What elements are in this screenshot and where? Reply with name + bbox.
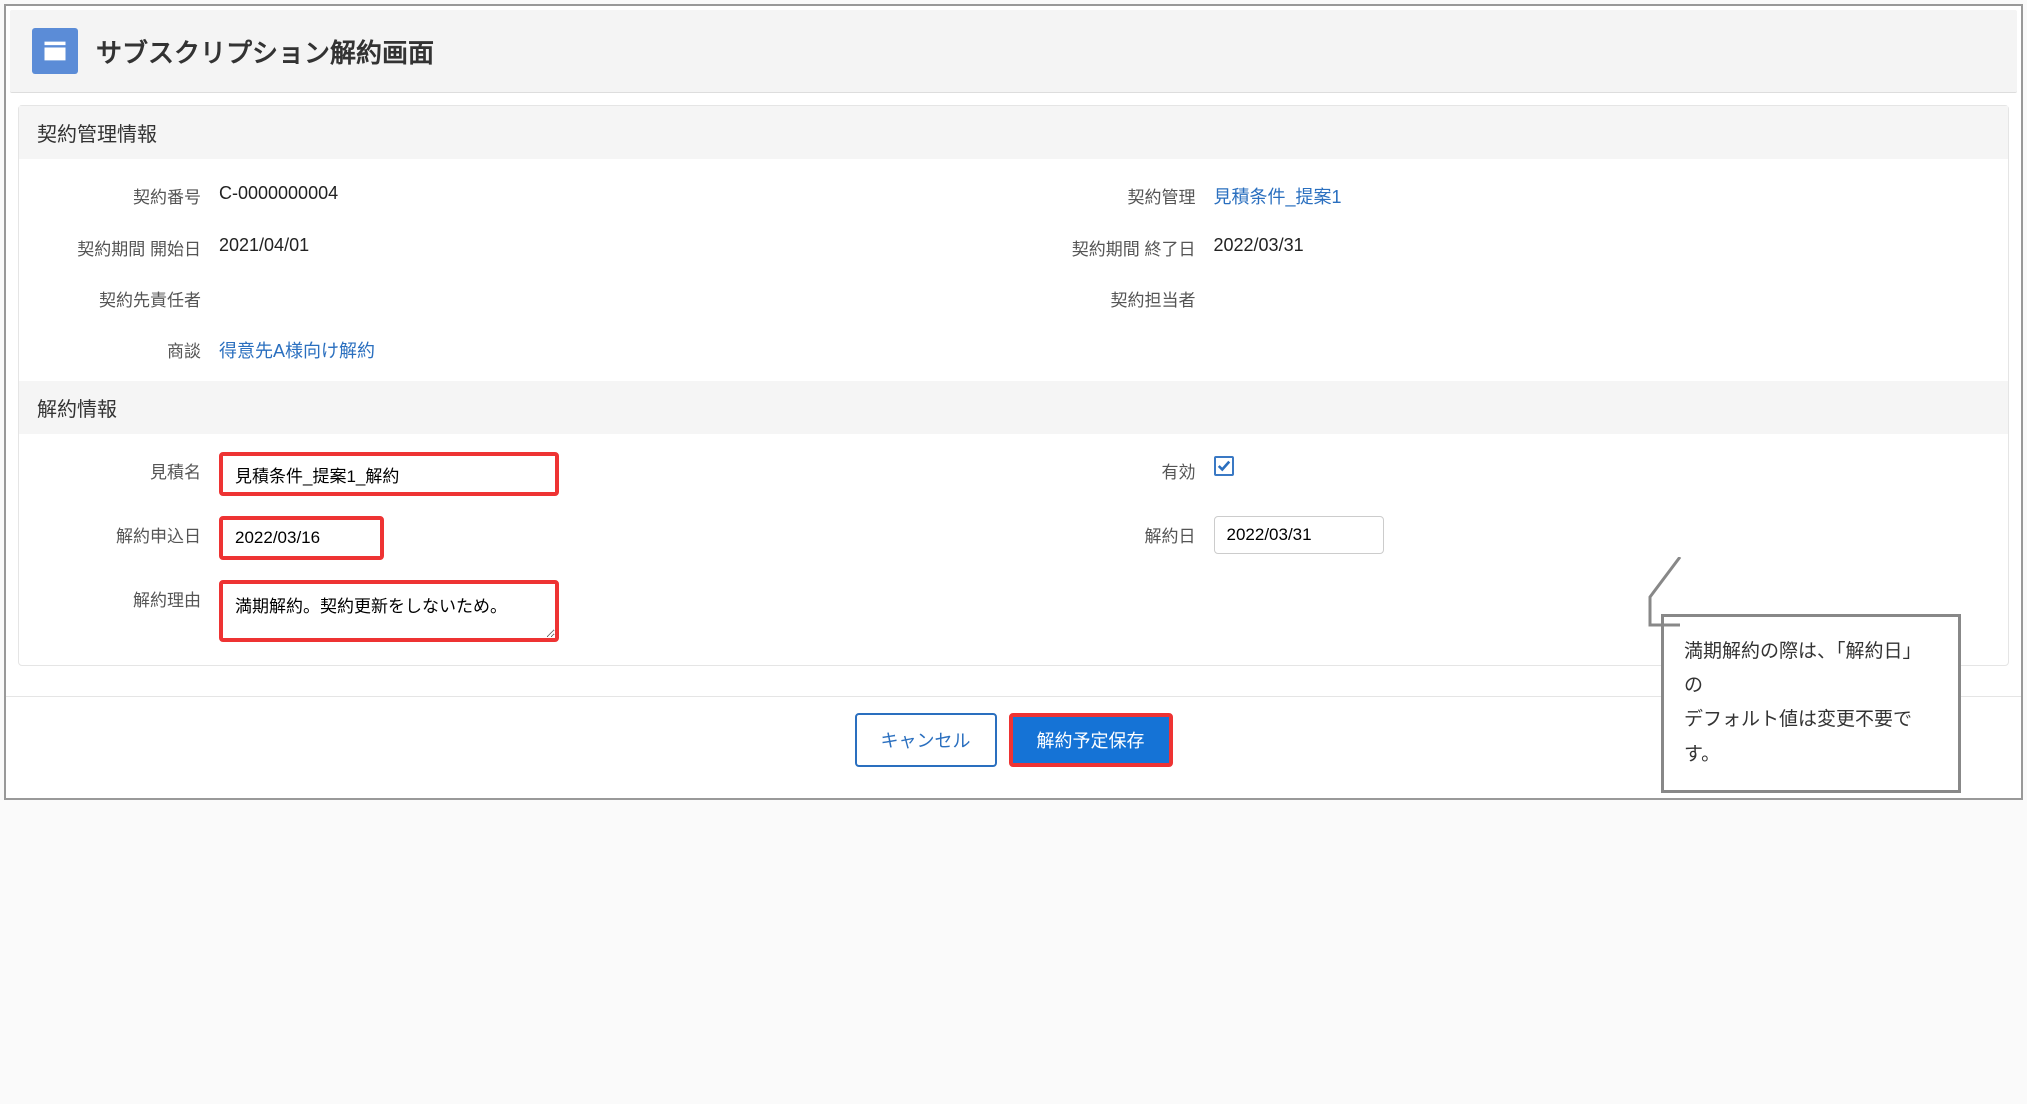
label-cancel-apply: 解約申込日 [19, 516, 219, 547]
page-header: サブスクリプション解約画面 [10, 10, 2017, 93]
field-period-start: 契約期間 開始日 2021/04/01 [19, 219, 1014, 270]
checkbox-active[interactable] [1214, 456, 1234, 476]
input-quote-name[interactable] [219, 452, 559, 496]
cancel-button[interactable]: キャンセル [855, 713, 997, 767]
callout-pointer-icon [1642, 557, 1682, 639]
page-container: サブスクリプション解約画面 契約管理情報 契約番号 C-0000000004 契… [4, 4, 2023, 800]
field-period-end: 契約期間 終了日 2022/03/31 [1014, 219, 2009, 270]
field-contract-mgmt: 契約管理 見積条件_提案1 [1014, 167, 2009, 219]
link-opportunity[interactable]: 得意先A様向け解約 [219, 331, 375, 363]
callout-note: 満期解約の際は、「解約日」の デフォルト値は変更不要です。 [1661, 614, 1961, 793]
field-cancel-date: 解約日 [1014, 506, 2009, 570]
page-title: サブスクリプション解約画面 [96, 33, 434, 70]
field-cancel-apply: 解約申込日 [19, 506, 1014, 570]
label-quote-name: 見積名 [19, 452, 219, 483]
label-contract-number: 契約番号 [19, 177, 219, 208]
field-contract-rep: 契約担当者 [1014, 270, 2009, 321]
main-panel: 契約管理情報 契約番号 C-0000000004 契約管理 見積条件_提案1 契… [18, 105, 2009, 666]
value-period-start: 2021/04/01 [219, 229, 309, 256]
field-quote-name: 見積名 [19, 442, 1014, 506]
subscription-icon [32, 28, 78, 74]
link-contract-mgmt[interactable]: 見積条件_提案1 [1214, 177, 1342, 209]
callout-line2: デフォルト値は変更不要です。 [1684, 703, 1938, 771]
label-period-end: 契約期間 終了日 [1014, 229, 1214, 260]
section-heading-cancel-info: 解約情報 [19, 381, 2008, 434]
label-cancel-reason: 解約理由 [19, 580, 219, 611]
label-contract-rep: 契約担当者 [1014, 280, 1214, 311]
input-cancel-apply-date[interactable] [219, 516, 384, 560]
input-cancel-date[interactable] [1214, 516, 1384, 554]
section-heading-contract-info: 契約管理情報 [19, 106, 2008, 159]
contract-info-grid: 契約番号 C-0000000004 契約管理 見積条件_提案1 契約期間 開始日… [19, 159, 2008, 381]
label-active: 有効 [1014, 452, 1214, 483]
label-client-manager: 契約先責任者 [19, 280, 219, 311]
field-opportunity: 商談 得意先A様向け解約 [19, 321, 2008, 373]
label-opportunity: 商談 [19, 331, 219, 362]
label-cancel-date: 解約日 [1014, 516, 1214, 547]
save-button[interactable]: 解約予定保存 [1009, 713, 1173, 767]
callout-line1: 満期解約の際は、「解約日」の [1684, 635, 1938, 703]
field-client-manager: 契約先責任者 [19, 270, 1014, 321]
value-contract-number: C-0000000004 [219, 177, 338, 204]
field-active: 有効 [1014, 442, 2009, 506]
field-contract-number: 契約番号 C-0000000004 [19, 167, 1014, 219]
label-period-start: 契約期間 開始日 [19, 229, 219, 260]
label-contract-mgmt: 契約管理 [1014, 177, 1214, 208]
value-period-end: 2022/03/31 [1214, 229, 1304, 256]
textarea-cancel-reason[interactable] [219, 580, 559, 642]
